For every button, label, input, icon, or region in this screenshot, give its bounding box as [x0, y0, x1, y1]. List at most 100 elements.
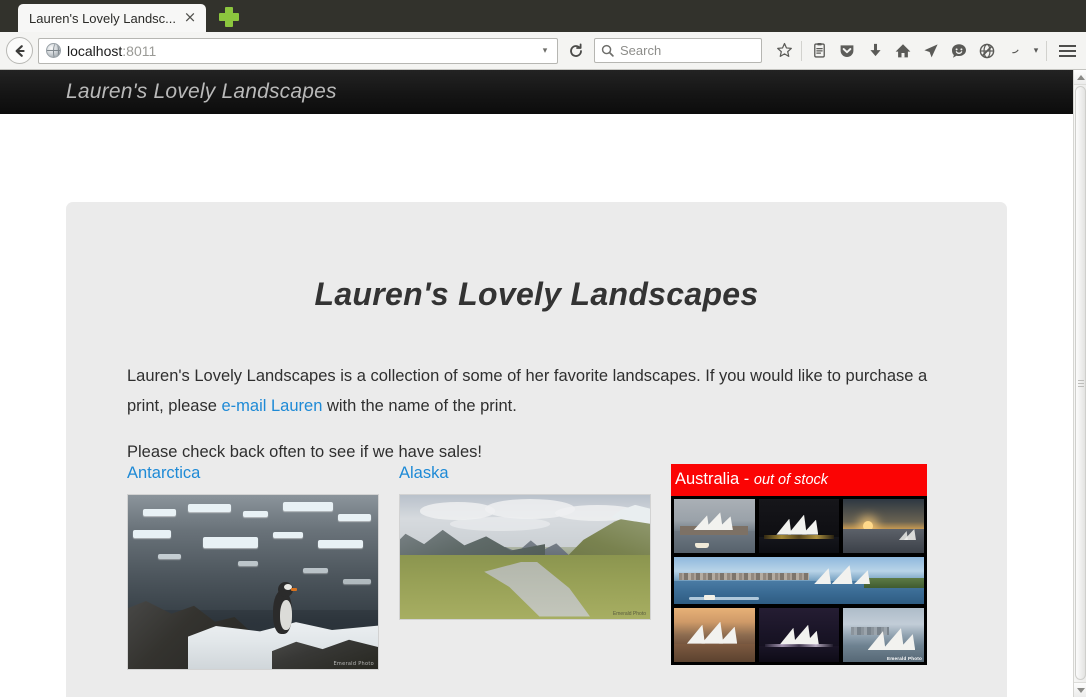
ice-floe	[158, 554, 181, 560]
reload-icon	[570, 43, 582, 57]
downloads-icon[interactable]	[861, 36, 889, 66]
scrollbar-thumb[interactable]	[1075, 86, 1086, 680]
intro-text-after: with the name of the print.	[322, 397, 517, 415]
vertical-scrollbar[interactable]	[1073, 70, 1086, 697]
photo-signature: Emerald Photo	[612, 611, 646, 617]
opera-sail	[686, 624, 705, 644]
url-text: localhost:8011	[67, 43, 536, 59]
menu-icon[interactable]	[1054, 36, 1080, 66]
scrollbar-grip	[1077, 379, 1084, 387]
sydney-day-photo	[674, 499, 755, 553]
opera-sail	[776, 518, 792, 535]
ice-floe	[273, 531, 303, 539]
page-title: Lauren's Lovely Landscapes	[314, 276, 759, 312]
photo-signature: Emerald Photo	[333, 661, 374, 667]
address-bar[interactable]: localhost:8011 ▾	[38, 37, 558, 64]
toolbar-divider	[801, 40, 802, 61]
intro-paragraph: Lauren's Lovely Landscapes is a collecti…	[127, 361, 946, 421]
photo-signature: Emerald Photo	[886, 656, 923, 661]
collage-row-bottom: Emerald Photo	[674, 608, 925, 662]
toolbar-buttons: ▾	[770, 36, 1080, 66]
reader-list-icon[interactable]	[805, 36, 833, 66]
ice-floe	[318, 540, 363, 549]
url-port: :8011	[122, 42, 157, 59]
navigation-toolbar: localhost:8011 ▾ Search ▾	[0, 32, 1086, 70]
ferry	[694, 542, 709, 548]
scroll-up-button[interactable]	[1074, 70, 1086, 85]
bookmark-star-icon[interactable]	[770, 36, 798, 66]
opera-sail	[701, 621, 724, 644]
email-lauren-link[interactable]: e-mail Lauren	[221, 397, 322, 415]
gallery-row: Antarctica Emerald Photo Alaska Emerald …	[127, 464, 947, 670]
browser-tab[interactable]: Lauren's Lovely Landsc... ×	[18, 4, 206, 32]
ice-floe	[283, 501, 333, 511]
back-button[interactable]	[6, 37, 33, 64]
back-arrow-icon	[15, 44, 25, 57]
gallery-item-australia: Australia - out of stock Emerald Photo	[671, 464, 927, 665]
ice-floe	[343, 578, 371, 584]
search-box[interactable]: Search	[594, 38, 762, 63]
alaska-title: Alaska	[399, 464, 671, 483]
cloud	[450, 517, 550, 531]
ice-floe	[243, 510, 268, 517]
opera-sail	[787, 514, 807, 535]
new-tab-icon[interactable]	[218, 6, 240, 28]
collage-row-top	[674, 499, 925, 553]
sydney-sunset-photo	[843, 499, 925, 553]
scroll-down-button[interactable]	[1074, 682, 1086, 697]
search-icon	[601, 44, 614, 57]
australia-label: Australia	[675, 470, 740, 488]
ice-floe	[203, 536, 258, 549]
antarctica-title: Antarctica	[127, 464, 399, 483]
ice-floe	[143, 508, 176, 516]
chevron-down-icon[interactable]: ▾	[536, 45, 554, 56]
ice-floe	[133, 529, 171, 539]
penguin	[271, 582, 297, 634]
antarctica-photo[interactable]: Emerald Photo	[127, 494, 379, 670]
alaska-photo[interactable]: Emerald Photo	[399, 494, 651, 620]
globe-sync-icon[interactable]	[973, 36, 1001, 66]
alaska-link[interactable]: Alaska	[399, 464, 449, 482]
opera-sail	[831, 565, 853, 585]
content-card: Lauren's Lovely Landscapes Lauren's Love…	[66, 202, 1007, 697]
opera-sail	[814, 568, 831, 585]
home-icon[interactable]	[889, 36, 917, 66]
ferry	[704, 595, 715, 601]
site-header-title: Lauren's Lovely Landscapes	[66, 80, 337, 103]
gallery-item-antarctica: Antarctica Emerald Photo	[127, 464, 399, 670]
pocket-shield-icon[interactable]	[833, 36, 861, 66]
site-header-banner: Lauren's Lovely Landscapes	[0, 70, 1073, 114]
overflow-chevron-icon[interactable]: ▾	[1029, 45, 1043, 56]
site-favicon-globe-icon	[46, 43, 61, 58]
web-page: Lauren's Lovely Landscapes Lauren's Love…	[0, 70, 1073, 697]
sydney-illuminated-photo	[758, 608, 840, 662]
ice-floe	[303, 568, 328, 574]
toolbar-divider-2	[1046, 40, 1047, 61]
ice-floe	[338, 514, 371, 522]
sydney-night-photo	[758, 499, 840, 553]
browser-window: Lauren's Lovely Landsc... × localhost:80…	[0, 0, 1086, 697]
collage-row-middle	[674, 557, 924, 604]
feather-icon[interactable]	[1001, 36, 1029, 66]
sydney-harbour-panorama	[674, 557, 924, 604]
reload-button[interactable]	[563, 38, 589, 64]
chat-smiley-icon[interactable]	[945, 36, 973, 66]
chevron-up-icon	[1076, 74, 1085, 80]
antarctica-link[interactable]: Antarctica	[127, 464, 200, 482]
tab-strip: Lauren's Lovely Landsc... ×	[0, 0, 1086, 32]
search-placeholder: Search	[620, 43, 662, 58]
australia-status-banner: Australia - out of stock	[671, 464, 927, 496]
tab-title: Lauren's Lovely Landsc...	[29, 10, 177, 26]
chevron-down-icon	[1076, 687, 1085, 693]
send-tab-icon[interactable]	[917, 36, 945, 66]
australia-photo[interactable]: Emerald Photo	[671, 496, 927, 665]
opera-sail	[854, 570, 870, 585]
close-icon[interactable]: ×	[182, 10, 198, 26]
sydney-skyline-photo: Emerald Photo	[843, 608, 925, 662]
australia-separator: -	[739, 470, 754, 488]
ice-floe	[238, 561, 258, 566]
sydney-golden-hour-photo	[674, 608, 755, 662]
gallery-item-alaska: Alaska Emerald Photo	[399, 464, 671, 620]
url-host: localhost	[67, 42, 123, 59]
ice-floe	[188, 503, 231, 513]
